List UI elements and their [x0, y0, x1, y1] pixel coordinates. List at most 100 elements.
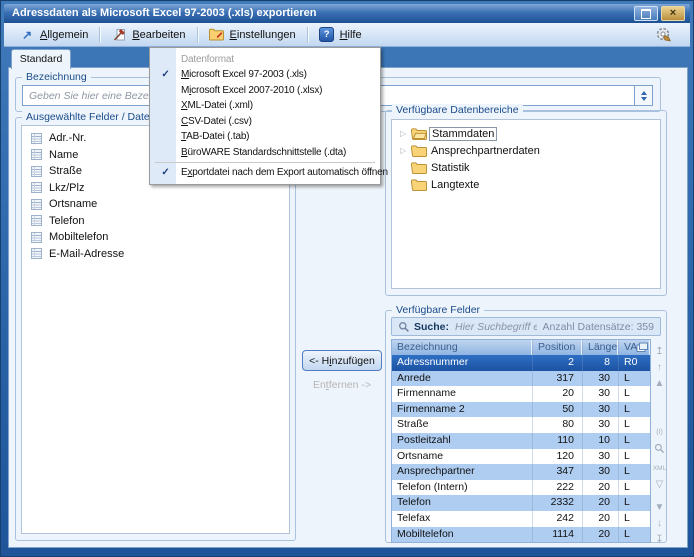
menu-item-exportdatei-nach-dem-export-automatisch-ffnen[interactable]: ✓Exportdatei nach dem Export automatisch…	[150, 165, 380, 181]
fields-table-header: BezeichnungPositionLängeVA	[392, 340, 650, 355]
tree-item-stammdaten[interactable]: ▷Stammdaten	[392, 125, 660, 142]
table-row-ansprechpartner[interactable]: Ansprechpartner34730L	[392, 464, 650, 480]
menubar-items: ↗Allgemein Bearbeiten Einstellungen ?Hilfe	[10, 25, 371, 44]
checkmark-icon: ✓	[150, 69, 181, 80]
search-label: Suche:	[414, 321, 449, 333]
menu-header-datenformat: Datenformat	[150, 51, 380, 67]
menu-item-csv-datei-csv[interactable]: CSV-Datei (.csv)	[150, 114, 380, 130]
data-areas-tree: ▷Stammdaten▷Ansprechpartnerdaten Statisti…	[391, 119, 661, 289]
menu-item-microsoft-excel-97-2003-xls[interactable]: ✓Microsoft Excel 97-2003 (.xls)	[150, 67, 380, 83]
filter-icon[interactable]: ▽	[652, 478, 667, 493]
field-grid-icon	[31, 182, 42, 193]
folder-icon	[411, 145, 429, 157]
tab-standard[interactable]: Standard	[11, 49, 71, 69]
cell-position: 2	[532, 355, 582, 371]
selected-field-label: Lkz/Plz	[49, 182, 84, 194]
table-row-firmenname-2[interactable]: Firmenname 25030L	[392, 402, 650, 418]
cell-va: L	[618, 464, 650, 480]
tree-item-ansprechpartnerdaten[interactable]: ▷Ansprechpartnerdaten	[392, 142, 660, 159]
selected-field-e-mail-adresse[interactable]: E-Mail-Adresse	[22, 246, 289, 263]
cell-va: L	[618, 495, 650, 511]
menu-item-xml-datei-xml[interactable]: XML-Datei (.xml)	[150, 98, 380, 114]
selected-field-label: Telefon	[49, 215, 84, 227]
xml-icon[interactable]: XML	[652, 461, 667, 476]
cell-position: 110	[532, 433, 582, 449]
cell-laenge: 30	[582, 371, 618, 387]
gear-icon[interactable]	[654, 25, 674, 45]
cell-position: 80	[532, 417, 582, 433]
cell-position: 1114	[532, 527, 582, 543]
cell-va: L	[618, 527, 650, 543]
brackets-icon[interactable]: (I)	[652, 425, 667, 440]
table-row-telefax[interactable]: Telefax24220L	[392, 511, 650, 527]
remove-button[interactable]: Entfernen ->	[302, 379, 382, 391]
jump-first-icon[interactable]: ↥	[652, 345, 667, 360]
table-row-firmenname[interactable]: Firmenname2030L	[392, 386, 650, 402]
menu-hilfe[interactable]: ?Hilfe	[310, 25, 371, 44]
selected-field-label: Straße	[49, 165, 82, 177]
selected-field-telefon[interactable]: Telefon	[22, 213, 289, 230]
spinner-button[interactable]	[634, 86, 652, 105]
table-row-telefon[interactable]: Telefon233220L	[392, 495, 650, 511]
menu-bearbeiten[interactable]: Bearbeiten	[102, 25, 194, 44]
menu-einstellungen[interactable]: Einstellungen	[200, 25, 305, 44]
selected-fields-group-label: Ausgewählte Felder / Daten	[22, 111, 160, 123]
copy-window-icon[interactable]	[636, 342, 648, 356]
field-grid-icon	[31, 199, 42, 210]
scroll-down-icon[interactable]: ▼	[652, 501, 667, 516]
table-row-mobiltelefon[interactable]: Mobiltelefon111420L	[392, 527, 650, 543]
expand-arrow-icon[interactable]: ▷	[400, 129, 411, 138]
column-header-position[interactable]: Position	[532, 340, 582, 355]
fields-table: BezeichnungPositionLängeVA Adressnummer2…	[391, 339, 651, 543]
menu-item-tab-datei-tab[interactable]: TAB-Datei (.tab)	[150, 129, 380, 145]
table-row-postleitzahl[interactable]: Postleitzahl11010L	[392, 433, 650, 449]
folder-tools-icon	[209, 27, 225, 42]
folder-icon	[411, 128, 429, 140]
hammer-icon	[111, 27, 127, 42]
cell-va: L	[618, 480, 650, 496]
titlebar-buttons: ×	[634, 6, 685, 21]
restore-button[interactable]	[634, 6, 658, 21]
table-row-ortsname[interactable]: Ortsname12030L	[392, 449, 650, 465]
cell-bezeichnung: Straße	[392, 417, 532, 433]
cell-va: L	[618, 511, 650, 527]
menu-allgemein[interactable]: ↗Allgemein	[10, 25, 97, 44]
tree-item-label: Statistik	[429, 162, 472, 174]
selected-field-mobiltelefon[interactable]: Mobiltelefon	[22, 229, 289, 246]
column-header-bezeichnung[interactable]: Bezeichnung	[392, 340, 532, 355]
selected-field-ortsname[interactable]: Ortsname	[22, 196, 289, 213]
jump-last-icon[interactable]: ↧	[652, 533, 667, 548]
menu-label: Bearbeiten	[132, 29, 185, 41]
bezeichnung-group-label: Bezeichnung	[22, 71, 91, 83]
column-header-l-nge[interactable]: Länge	[582, 340, 618, 355]
field-grid-icon	[31, 248, 42, 259]
available-fields-group-label: Verfügbare Felder	[392, 304, 484, 316]
expand-arrow-icon[interactable]: ▷	[400, 146, 411, 155]
move-up-icon[interactable]: ↑	[652, 361, 667, 376]
table-row-stra-e[interactable]: Straße8030L	[392, 417, 650, 433]
close-button[interactable]: ×	[661, 6, 685, 21]
scroll-up-icon[interactable]: ▲	[652, 377, 667, 392]
search-input[interactable]	[453, 320, 538, 334]
folder-icon	[411, 162, 429, 174]
menu-item-b-roware-standardschnittstelle-dta[interactable]: BüroWARE Standardschnittstelle (.dta)	[150, 145, 380, 161]
table-row-adressnummer[interactable]: Adressnummer28R0	[392, 355, 650, 371]
cell-va: L	[618, 417, 650, 433]
menu-item-microsoft-excel-2007-2010-xlsx[interactable]: Microsoft Excel 2007-2010 (.xlsx)	[150, 83, 380, 99]
magnifier-icon[interactable]	[652, 443, 667, 458]
cell-position: 222	[532, 480, 582, 496]
cell-bezeichnung: Telefon (Intern)	[392, 480, 532, 496]
add-button[interactable]: <- Hinzufügen	[302, 350, 382, 371]
search-bar[interactable]: Suche: Anzahl Datensätze: 359	[391, 317, 661, 336]
table-row-anrede[interactable]: Anrede31730L	[392, 371, 650, 387]
move-down-icon[interactable]: ↓	[652, 517, 667, 532]
cell-bezeichnung: Anrede	[392, 371, 532, 387]
cell-position: 242	[532, 511, 582, 527]
tree-item-langtexte[interactable]: Langtexte	[392, 176, 660, 193]
selected-field-label: Mobiltelefon	[49, 231, 108, 243]
cell-va: L	[618, 386, 650, 402]
menubar: ↗Allgemein Bearbeiten Einstellungen ?Hilfe	[4, 23, 690, 47]
tree-item-statistik[interactable]: Statistik	[392, 159, 660, 176]
cell-laenge: 30	[582, 386, 618, 402]
table-row-telefon-intern[interactable]: Telefon (Intern)22220L	[392, 480, 650, 496]
